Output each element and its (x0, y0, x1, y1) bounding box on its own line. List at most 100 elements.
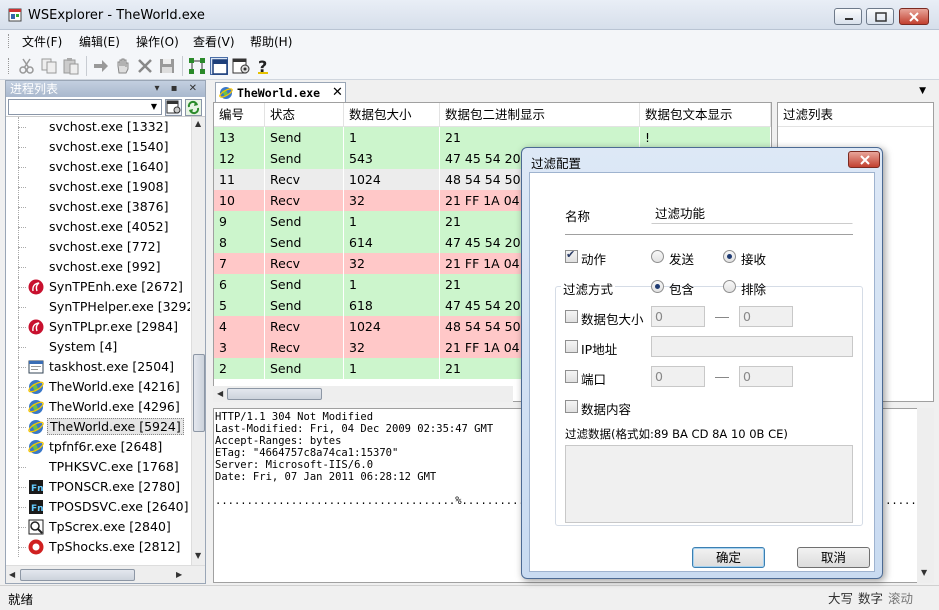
mode-exclude-radio[interactable] (723, 280, 736, 293)
delete-icon[interactable] (136, 57, 154, 75)
process-item[interactable]: TpScrex.exe [2840] (6, 517, 190, 537)
process-filter-combo[interactable]: ▼ (8, 99, 162, 115)
process-item[interactable]: svchost.exe [4052] (6, 217, 190, 237)
packet-cell-id: 12 (214, 148, 265, 169)
mode-include-radio[interactable] (651, 280, 664, 293)
chevron-down-icon: ▼ (150, 102, 158, 111)
scroll-up-icon[interactable]: ▲ (195, 119, 201, 128)
process-properties-button[interactable] (165, 99, 182, 116)
process-item[interactable]: svchost.exe [992] (6, 257, 190, 277)
process-item[interactable]: TheWorld.exe [4216] (6, 377, 190, 397)
process-item[interactable]: TpShocks.exe [2812] (6, 537, 190, 557)
tab-close-icon[interactable]: ✕ (332, 85, 343, 100)
tab-list-dropdown-icon[interactable]: ▼ (919, 86, 926, 96)
process-item[interactable]: svchost.exe [3876] (6, 197, 190, 217)
size-from-field[interactable]: 0 (651, 306, 705, 327)
content-checkbox[interactable] (565, 400, 578, 413)
scroll-right-icon[interactable]: ▶ (176, 570, 182, 579)
port-checkbox[interactable] (565, 370, 578, 383)
size-to-field[interactable]: 0 (739, 306, 793, 327)
process-name: svchost.exe [992] (49, 259, 161, 274)
packet-table-hscrollbar[interactable]: ◀ (213, 386, 513, 402)
copy-icon[interactable] (40, 57, 58, 75)
ip-checkbox[interactable] (565, 340, 578, 353)
menu-view[interactable]: 查看(V) (193, 33, 235, 50)
hand-icon[interactable] (114, 57, 132, 75)
window-icon[interactable] (210, 57, 228, 75)
column-header-id[interactable]: 编号 (214, 103, 265, 127)
tree-icon[interactable] (188, 57, 206, 75)
tab-label: TheWorld.exe (237, 86, 321, 100)
process-item[interactable]: TheWorld.exe [5924] (6, 417, 190, 437)
packet-cell-id: 11 (214, 169, 265, 190)
minimize-button[interactable] (834, 8, 862, 25)
process-item[interactable]: svchost.exe [772] (6, 237, 190, 257)
process-list-vscrollbar[interactable]: ▲ ▼ (191, 117, 205, 565)
process-item[interactable]: svchost.exe [1540] (6, 137, 190, 157)
packet-text-vscrollbar[interactable]: ▼ (917, 408, 934, 583)
size-checkbox[interactable] (565, 310, 578, 323)
synaptics-icon (28, 319, 44, 335)
cancel-button[interactable]: 取消 (797, 547, 870, 568)
process-item[interactable]: TPHKSVC.exe [1768] (6, 457, 190, 477)
column-header-status[interactable]: 状态 (265, 103, 344, 127)
tab-theworld[interactable]: TheWorld.exe ✕ (215, 82, 346, 102)
process-list-hscrollbar[interactable]: ◀ ▶ (6, 565, 205, 583)
ip-field[interactable] (651, 336, 853, 357)
filter-list-header[interactable]: 过滤列表 (778, 103, 933, 127)
action-recv-radio[interactable] (723, 250, 736, 263)
process-item[interactable]: svchost.exe [1332] (6, 117, 190, 137)
action-send-radio[interactable] (651, 250, 664, 263)
scroll-left-icon[interactable]: ◀ (9, 570, 15, 579)
process-item[interactable]: svchost.exe [1640] (6, 157, 190, 177)
process-item[interactable]: SynTPHelper.exe [3292] (6, 297, 190, 317)
process-item[interactable]: SynTPLpr.exe [2984] (6, 317, 190, 337)
forward-icon[interactable] (92, 57, 110, 75)
refresh-button[interactable] (185, 99, 202, 116)
process-item[interactable]: svchost.exe [1908] (6, 177, 190, 197)
action-checkbox[interactable] (565, 248, 578, 263)
port-to-field[interactable]: 0 (739, 366, 793, 387)
scroll-down-icon[interactable]: ▼ (921, 568, 927, 577)
menu-help[interactable]: 帮助(H) (250, 33, 292, 50)
ok-button[interactable]: 确定 (692, 547, 765, 568)
scroll-left-icon[interactable]: ◀ (217, 389, 223, 398)
port-from-field[interactable]: 0 (651, 366, 705, 387)
menu-edit[interactable]: 编辑(E) (79, 33, 120, 50)
process-item[interactable]: SynTPEnh.exe [2672] (6, 277, 190, 297)
column-header-text[interactable]: 数据包文本显示 (640, 103, 771, 127)
process-item[interactable]: Fn TPONSCR.exe [2780] (6, 477, 190, 497)
process-item[interactable]: Fn TPOSDSVC.exe [2640] (6, 497, 190, 517)
scroll-down-icon[interactable]: ▼ (195, 551, 201, 560)
cut-icon[interactable] (18, 57, 36, 75)
column-header-size[interactable]: 数据包大小 (344, 103, 440, 127)
paste-icon[interactable] (62, 57, 80, 75)
process-item[interactable]: tpfnf6r.exe [2648] (6, 437, 190, 457)
packet-cell-id: 6 (214, 274, 265, 295)
process-item[interactable]: taskhost.exe [2504] (6, 357, 190, 377)
window-icon (28, 359, 44, 375)
mode-include-label: 包含 (669, 282, 695, 297)
process-item[interactable]: System [4] (6, 337, 190, 357)
menu-operation[interactable]: 操作(O) (136, 33, 179, 50)
column-header-hex[interactable]: 数据包二进制显示 (440, 103, 640, 127)
help-icon[interactable]: ? (254, 57, 272, 76)
name-field[interactable]: 过滤功能 (651, 203, 853, 224)
process-list-vscroll-thumb[interactable] (193, 354, 205, 432)
properties-icon[interactable] (232, 57, 250, 75)
maximize-button[interactable] (866, 8, 894, 25)
packet-row[interactable]: 13 Send 1 21! (214, 127, 771, 148)
dialog-close-button[interactable] (848, 151, 880, 168)
panel-header-buttons[interactable]: ▾ ▪ ✕ (154, 81, 201, 97)
process-item[interactable]: TheWorld.exe [4296] (6, 397, 190, 417)
process-name: svchost.exe [1640] (49, 159, 169, 174)
process-list-hscroll-thumb[interactable] (20, 569, 135, 581)
packet-cell-status: Recv (265, 190, 344, 211)
menu-file[interactable]: 文件(F) (22, 33, 62, 50)
process-name: TheWorld.exe [4296] (49, 399, 180, 414)
filter-data-textarea[interactable] (565, 445, 853, 523)
save-icon[interactable] (158, 57, 176, 75)
close-button[interactable] (899, 8, 929, 25)
packet-table-hscroll-thumb[interactable] (227, 388, 322, 400)
document-tab-strip: TheWorld.exe ✕ ▼ (211, 80, 934, 102)
